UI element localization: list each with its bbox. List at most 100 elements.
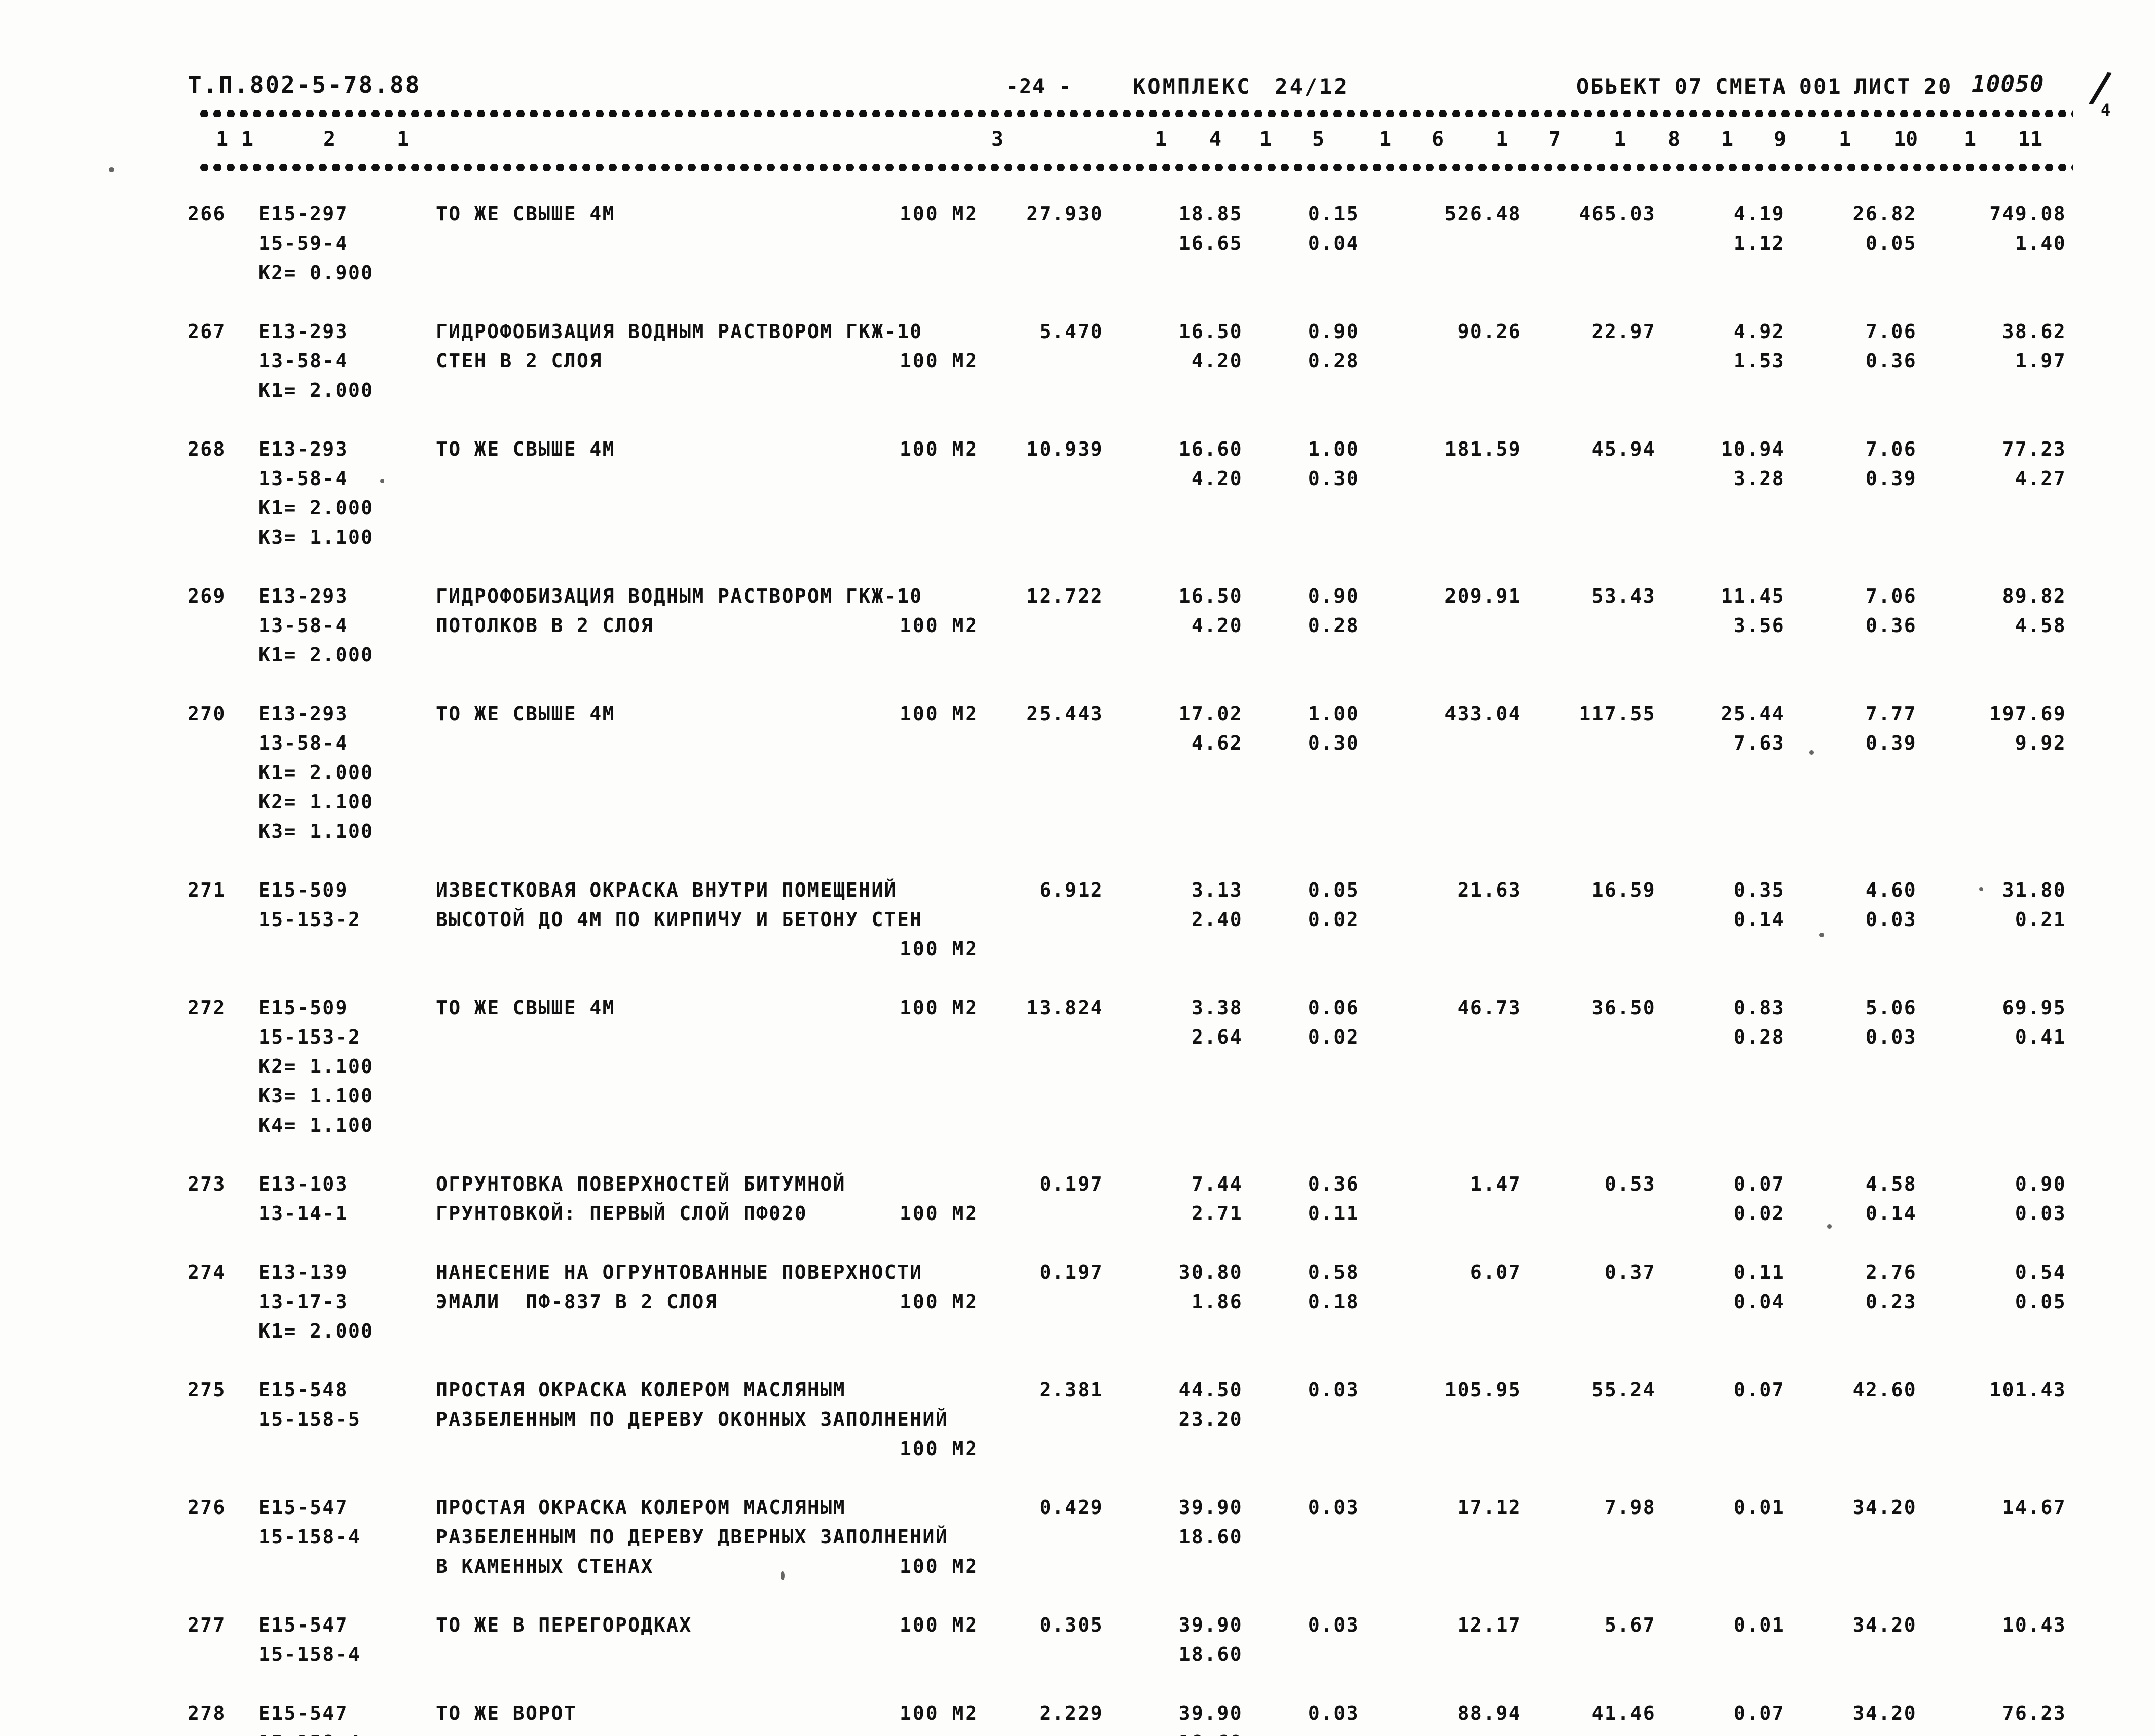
row-code-secondary: 15-158-4: [258, 1643, 361, 1666]
col-num-5: 5: [1312, 128, 1325, 151]
row-value-c5-secondary: 1.86: [1191, 1290, 1243, 1313]
row-value-c7: 21.63: [1457, 879, 1521, 901]
scan-speck: [1809, 750, 1814, 755]
row-coefficient: К2= 0.900: [258, 262, 374, 284]
row-value-c6: 0.58: [1308, 1261, 1359, 1283]
row-value-c8: 41.46: [1591, 1702, 1656, 1724]
row-coefficient: К1= 2.000: [258, 379, 374, 401]
row-code-secondary: 13-58-4: [258, 732, 348, 754]
table-row: 278 Е15-547 ТО ЖЕ ВОРОТ 100 М2 2.229 39.90 0.0…: [0, 1702, 2155, 1736]
row-value-c6-secondary: 0.28: [1308, 350, 1359, 372]
row-value-c5: 39.90: [1178, 1496, 1243, 1519]
col-sep-8: 1: [1721, 128, 1734, 151]
row-value-c9: 0.07: [1733, 1702, 1785, 1724]
row-value-c11: 0.90: [2015, 1173, 2066, 1195]
table-row-line: 276 Е15-547 ПРОСТАЯ ОКРАСКА КОЛЕРОМ МАСЛЯН…: [0, 1496, 2155, 1526]
row-value-c6: 0.36: [1308, 1173, 1359, 1195]
row-value-c8: 117.55: [1579, 703, 1656, 725]
table-row-line: 269 Е13-293 ГИДРОФОБИЗАЦИЯ ВОДНЫМ РАСТВОРО…: [0, 585, 2155, 614]
row-value-c4: 2.381: [1039, 1379, 1103, 1401]
row-gap: [0, 849, 2155, 879]
row-value-c7: 90.26: [1457, 320, 1521, 343]
row-description-line: ТО ЖЕ В ПЕРЕГОРОДКАХ: [436, 1614, 692, 1636]
row-description-line: ГИДРОФОБИЗАЦИЯ ВОДНЫМ РАСТВОРОМ ГКЖ-10: [436, 585, 923, 607]
row-description-line: ТО ЖЕ ВОРОТ: [436, 1702, 577, 1724]
row-unit: 100 М2: [900, 1702, 979, 1724]
row-value-c6: 1.00: [1308, 703, 1359, 725]
page-number: -24 -: [1006, 75, 1072, 98]
table-row-line: 100 М2: [0, 938, 2155, 967]
row-value-c4: 12.722: [1026, 585, 1103, 607]
estimate-rows: 266 Е15-297 ТО ЖЕ СВЫШЕ 4М 100 М2 27.930 18.8…: [0, 203, 2155, 1736]
scan-speck: [109, 167, 114, 172]
row-value-c9: 0.35: [1733, 879, 1785, 901]
row-description-line: НАНЕСЕНИЕ НА ОГРУНТОВАННЫЕ ПОВЕРХНОСТИ: [436, 1261, 923, 1283]
row-unit: 100 М2: [900, 203, 979, 225]
row-value-c5: 16.50: [1178, 585, 1243, 607]
row-value-c6-secondary: 0.30: [1308, 467, 1359, 490]
row-value-c9-secondary: 0.28: [1733, 1026, 1785, 1048]
row-code-primary: Е15-297: [258, 203, 348, 225]
table-row-line: 13-17-3 ЭМАЛИ ПФ-837 В 2 СЛОЯ 100 М2 1.86 0.…: [0, 1290, 2155, 1320]
row-number: 270: [188, 703, 226, 725]
table-row-line: 13-58-4 ПОТОЛКОВ В 2 СЛОЯ 100 М2 4.20 0.28 3.…: [0, 614, 2155, 644]
row-value-c11-secondary: 0.41: [2015, 1026, 2066, 1048]
row-value-c5-secondary: 2.71: [1191, 1202, 1243, 1225]
row-code-secondary: 15-59-4: [258, 232, 348, 254]
estimate-value: 001: [1799, 74, 1842, 99]
row-value-c9-secondary: 0.14: [1733, 908, 1785, 931]
row-value-c8: 0.53: [1604, 1173, 1656, 1195]
row-coefficient: К1= 2.000: [258, 497, 374, 519]
row-value-c8: 0.37: [1604, 1261, 1656, 1283]
document-code: Т.П.802-5-78.88: [188, 71, 421, 98]
row-value-c4: 0.197: [1039, 1261, 1103, 1283]
row-code-primary: Е15-509: [258, 996, 348, 1019]
col-num-4: 4: [1209, 128, 1222, 151]
row-value-c9: 0.07: [1733, 1379, 1785, 1401]
row-value-c6: 1.00: [1308, 438, 1359, 460]
row-code-primary: Е15-547: [258, 1614, 348, 1636]
row-code-secondary: 13-58-4: [258, 614, 348, 637]
row-value-c6: 0.03: [1308, 1702, 1359, 1724]
col-sep-3: 1: [1154, 128, 1167, 151]
scan-speck: [781, 1571, 785, 1580]
row-value-c6: 0.90: [1308, 320, 1359, 343]
row-value-c9: 0.11: [1733, 1261, 1785, 1283]
col-num-8: 8: [1667, 128, 1681, 151]
row-value-c9-secondary: 3.56: [1733, 614, 1785, 637]
row-value-c7: 181.59: [1444, 438, 1521, 460]
row-value-c6: 0.05: [1308, 879, 1359, 901]
table-row-line: 100 М2: [0, 1437, 2155, 1467]
row-value-c5-secondary: 4.20: [1191, 467, 1243, 490]
row-unit: 100 М2: [900, 1437, 979, 1460]
row-unit: 100 М2: [900, 1290, 979, 1313]
table-row-line: 13-58-4 4.20 0.30 3.28 0.39 4.27: [0, 467, 2155, 497]
row-coefficient: К1= 2.000: [258, 761, 374, 784]
row-value-c7: 433.04: [1444, 703, 1521, 725]
row-value-c7: 105.95: [1444, 1379, 1521, 1401]
row-description-line: ОГРУНТОВКА ПОВЕРХНОСТЕЙ БИТУМНОЙ: [436, 1173, 846, 1195]
table-row-line: К1= 2.000: [0, 379, 2155, 409]
row-value-c7: 6.07: [1470, 1261, 1521, 1283]
row-value-c5: 16.50: [1178, 320, 1243, 343]
row-code-primary: Е13-293: [258, 320, 348, 343]
table-row-line: 273 Е13-103 ОГРУНТОВКА ПОВЕРХНОСТЕЙ БИТУМН…: [0, 1173, 2155, 1202]
row-description-line: ГИДРОФОБИЗАЦИЯ ВОДНЫМ РАСТВОРОМ ГКЖ-10: [436, 320, 923, 343]
row-unit: 100 М2: [900, 1555, 979, 1577]
table-row-line: 15-153-2 ВЫСОТОЙ ДО 4М ПО КИРПИЧУ И БЕТОН…: [0, 908, 2155, 938]
row-description-line: ПРОСТАЯ ОКРАСКА КОЛЕРОМ МАСЛЯНЫМ: [436, 1496, 846, 1519]
table-row-line: 15-153-2 2.64 0.02 0.28 0.03 0.41: [0, 1026, 2155, 1055]
row-value-c5-secondary: 16.65: [1178, 232, 1243, 254]
row-value-c5: 3.38: [1191, 996, 1243, 1019]
row-value-c10: 4.58: [1865, 1173, 1917, 1195]
row-value-c11-secondary: 4.27: [2015, 467, 2066, 490]
row-gap: [0, 556, 2155, 585]
row-value-c5-secondary: 4.20: [1191, 350, 1243, 372]
row-value-c11: 38.62: [2002, 320, 2066, 343]
row-gap: [0, 673, 2155, 703]
row-value-c8: 5.67: [1604, 1614, 1656, 1636]
row-value-c11: 0.54: [2015, 1261, 2066, 1283]
col-sep-5: 1: [1379, 128, 1392, 151]
row-value-c7: 1.47: [1470, 1173, 1521, 1195]
row-value-c7: 209.91: [1444, 585, 1521, 607]
